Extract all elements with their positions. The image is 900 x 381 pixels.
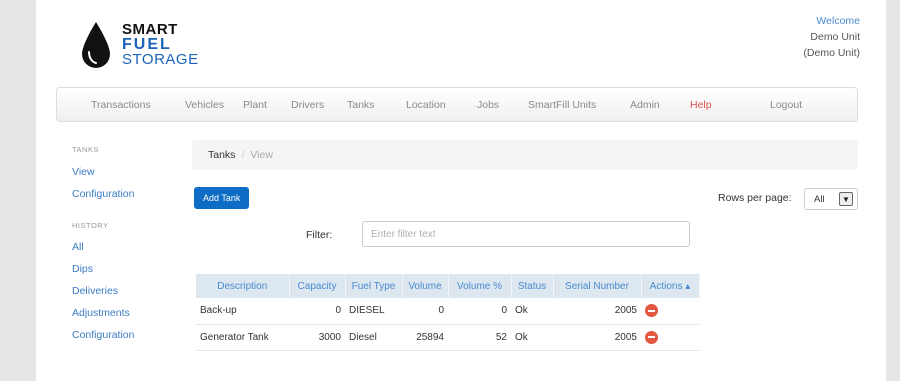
nav-vehicles[interactable]: Vehicles (185, 99, 224, 111)
add-tank-button[interactable]: Add Tank (194, 187, 250, 209)
nav-transactions[interactable]: Transactions (91, 99, 151, 111)
breadcrumb-tanks[interactable]: Tanks (208, 149, 235, 161)
filter-label: Filter: (306, 229, 333, 241)
cell-capacity: 3000 (289, 324, 345, 351)
breadcrumb: Tanks / View (192, 140, 858, 170)
breadcrumb-current: View (250, 149, 273, 161)
cell-volume: 0 (402, 298, 448, 325)
table-header-row: Description Capacity Fuel Type Volume Vo… (196, 274, 700, 298)
cell-status: Ok (511, 324, 553, 351)
user-name: Demo Unit (810, 31, 860, 43)
nav-admin[interactable]: Admin (630, 99, 660, 111)
logo-text-smart: SMART (122, 21, 178, 38)
column-header-capacity[interactable]: Capacity (289, 274, 346, 298)
delete-icon[interactable] (645, 304, 658, 318)
logo-text-storage: STORAGE (122, 51, 199, 68)
filter-input[interactable] (362, 221, 690, 247)
nav-jobs[interactable]: Jobs (477, 99, 499, 111)
cell-capacity: 0 (289, 298, 345, 325)
column-header-volume[interactable]: Volume (402, 274, 449, 298)
cell-volume-percent: 52 (448, 324, 511, 351)
cell-actions (641, 324, 699, 351)
breadcrumb-separator: / (241, 149, 245, 161)
column-header-description[interactable]: Description (196, 274, 290, 298)
cell-serial-number: 2005 (553, 324, 641, 351)
sidebar-item-tanks-view[interactable]: View (72, 166, 95, 178)
cell-status: Ok (511, 298, 553, 325)
nav-drivers[interactable]: Drivers (291, 99, 324, 111)
rows-per-page-value: All (814, 193, 825, 205)
nav-plant[interactable]: Plant (243, 99, 267, 111)
cell-description: Generator Tank (196, 324, 289, 351)
welcome-text: Welcome (816, 15, 860, 27)
table-row: Generator Tank 3000 Diesel 25894 52 Ok 2… (196, 324, 699, 351)
sidebar-heading-tanks: TANKS (72, 145, 99, 154)
sidebar-item-history-configuration[interactable]: Configuration (72, 329, 134, 341)
nav-tanks[interactable]: Tanks (347, 99, 374, 111)
sidebar-heading-history: HISTORY (72, 221, 109, 230)
column-header-actions[interactable]: Actions ▴ (641, 274, 700, 298)
sidebar-item-history-dips[interactable]: Dips (72, 263, 93, 275)
cell-serial-number: 2005 (553, 298, 641, 325)
cell-description: Back-up (196, 298, 289, 325)
logo: SMART FUEL STORAGE (80, 18, 220, 74)
cell-actions (641, 298, 699, 325)
column-header-volume-percent[interactable]: Volume % (448, 274, 512, 298)
app-frame: SMART FUEL STORAGE Welcome Demo Unit (De… (36, 0, 886, 381)
nav-smartfill-units[interactable]: SmartFill Units (528, 99, 596, 111)
chevron-down-icon: ▼ (839, 192, 853, 206)
nav-help[interactable]: Help (690, 99, 712, 111)
sidebar-item-history-deliveries[interactable]: Deliveries (72, 285, 118, 297)
cell-volume-percent: 0 (448, 298, 511, 325)
rows-per-page-select[interactable]: All ▼ (804, 188, 858, 210)
main-navbar: Transactions Vehicles Plant Drivers Tank… (56, 87, 858, 122)
rows-per-page-label: Rows per page: (718, 192, 792, 204)
delete-icon[interactable] (645, 330, 658, 344)
column-header-serial-number[interactable]: Serial Number (553, 274, 642, 298)
cell-fuel-type: DIESEL (345, 298, 402, 325)
logo-text-fuel: FUEL (122, 36, 172, 53)
sidebar-item-tanks-configuration[interactable]: Configuration (72, 188, 134, 200)
user-info: Welcome Demo Unit (Demo Unit) (803, 13, 860, 61)
nav-location[interactable]: Location (406, 99, 446, 111)
sidebar-item-history-adjustments[interactable]: Adjustments (72, 307, 130, 319)
column-header-status[interactable]: Status (511, 274, 554, 298)
user-account: (Demo Unit) (803, 47, 860, 59)
tanks-table: Description Capacity Fuel Type Volume Vo… (196, 274, 700, 351)
cell-volume: 25894 (402, 324, 448, 351)
nav-logout[interactable]: Logout (770, 99, 802, 111)
sidebar-item-history-all[interactable]: All (72, 241, 84, 253)
fuel-drop-icon (82, 22, 110, 68)
column-header-fuel-type[interactable]: Fuel Type (345, 274, 403, 298)
cell-fuel-type: Diesel (345, 324, 402, 351)
table-row: Back-up 0 DIESEL 0 0 Ok 2005 (196, 298, 699, 325)
